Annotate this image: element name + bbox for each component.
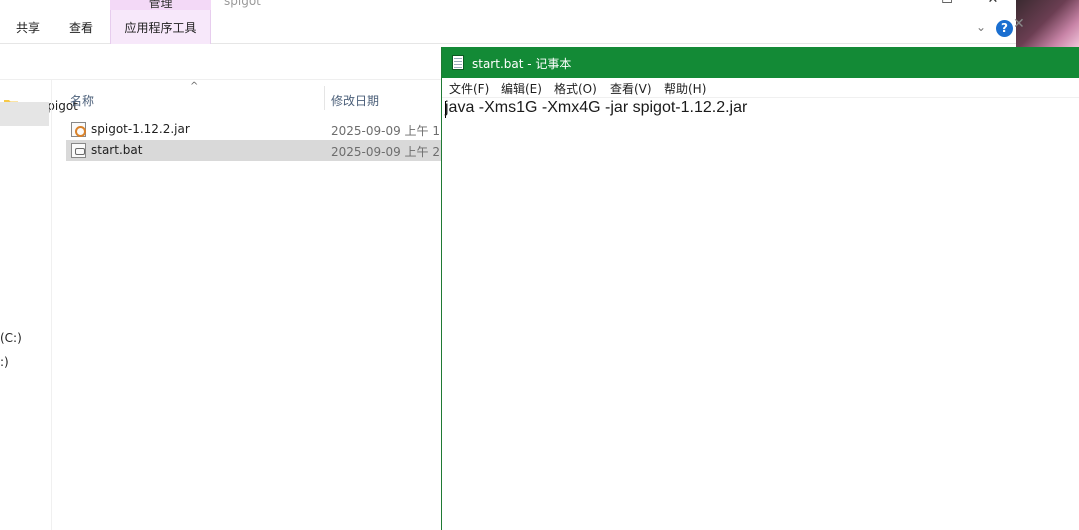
file-row[interactable]: spigot-1.12.2.jar 2025-09-09 上午 1:: [66, 119, 446, 140]
tab-share[interactable]: 共享: [4, 10, 52, 44]
notepad-titlebar[interactable]: start.bat - 记事本: [442, 47, 1079, 78]
notepad-text-area[interactable]: java -Xms1G -Xmx4G -jar spigot-1.12.2.ja…: [442, 98, 1079, 530]
bat-file-icon: [71, 143, 86, 158]
tab-application-tools[interactable]: 应用程序工具: [110, 10, 211, 44]
nav-item-drive-c[interactable]: (C:): [0, 331, 22, 345]
navigation-pane: [0, 80, 52, 530]
menu-view[interactable]: 查看(V): [610, 80, 652, 97]
file-date: 2025-09-09 上午 1:: [331, 124, 445, 138]
close-button[interactable]: ✕: [970, 0, 1016, 9]
menu-help[interactable]: 帮助(H): [664, 80, 706, 97]
notepad-content: java -Xms1G -Xmx4G -jar spigot-1.12.2.ja…: [445, 99, 748, 116]
notepad-menubar: 文件(F) 编辑(E) 格式(O) 查看(V) 帮助(H): [442, 78, 1079, 98]
column-header-name[interactable]: 名称: [70, 92, 94, 109]
menu-format[interactable]: 格式(O): [554, 80, 597, 97]
nav-item-drive[interactable]: :): [0, 355, 9, 369]
context-tab-title: 管理: [110, 0, 211, 10]
sort-ascending-icon: ^: [190, 81, 199, 92]
maximize-button[interactable]: ☐: [924, 0, 970, 9]
column-separator[interactable]: [324, 86, 325, 110]
tab-view[interactable]: 查看: [57, 10, 105, 44]
file-row-selected[interactable]: start.bat 2025-09-09 上午 2:: [66, 140, 446, 161]
notepad-title: start.bat - 记事本: [472, 57, 572, 71]
file-date: 2025-09-09 上午 2:: [331, 145, 445, 159]
close-icon[interactable]: ✕: [1013, 16, 1025, 32]
minimize-button[interactable]: —: [880, 0, 926, 9]
jar-file-icon: [71, 122, 86, 137]
file-name: start.bat: [91, 143, 143, 157]
ribbon: 共享 查看 应用程序工具 ⌄ ?: [0, 10, 1016, 44]
nav-selected-item[interactable]: [0, 102, 49, 126]
notepad-window: start.bat - 记事本 文件(F) 编辑(E) 格式(O) 查看(V) …: [441, 47, 1079, 530]
notepad-icon: [452, 55, 464, 70]
file-name: spigot-1.12.2.jar: [91, 122, 190, 136]
help-icon[interactable]: ?: [996, 20, 1013, 37]
desktop-background: [1016, 0, 1079, 48]
menu-edit[interactable]: 编辑(E): [501, 80, 542, 97]
chevron-down-icon[interactable]: ⌄: [976, 20, 986, 34]
menu-file[interactable]: 文件(F): [449, 80, 489, 97]
column-header-modified[interactable]: 修改日期: [331, 92, 379, 109]
window-title: spigot: [224, 0, 261, 8]
explorer-titlebar: 管理 spigot — ☐ ✕: [0, 0, 1016, 10]
